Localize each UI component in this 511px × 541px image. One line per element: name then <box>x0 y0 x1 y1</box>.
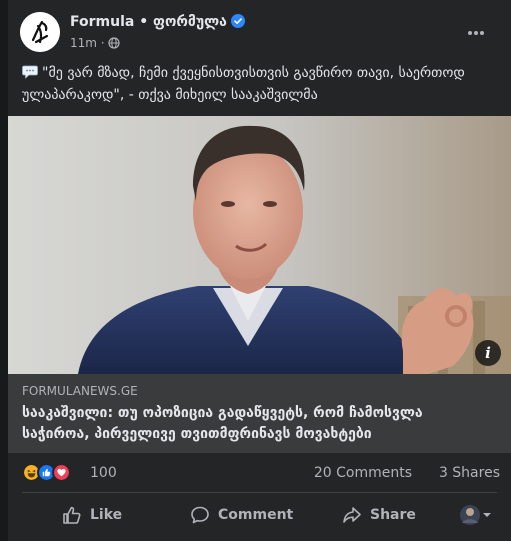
link-preview-image[interactable]: i <box>8 116 511 374</box>
like-button[interactable]: Like <box>62 496 122 534</box>
shares-count-link[interactable]: 3 Shares <box>439 465 500 481</box>
post-timestamp[interactable]: 11m · <box>70 36 105 50</box>
like-label: Like <box>90 507 123 523</box>
reaction-count[interactable]: 100 <box>90 465 117 481</box>
page-name-link[interactable]: Formula • ფორმულა <box>70 14 245 30</box>
share-button[interactable]: Share <box>342 496 416 534</box>
reaction-icons[interactable] <box>22 463 82 483</box>
page-avatar[interactable] <box>20 12 60 52</box>
share-arrow-icon <box>343 507 361 523</box>
link-domain: FORMULANEWS.GE <box>22 384 138 398</box>
verified-badge-icon <box>230 14 245 28</box>
more-options-icon[interactable] <box>465 22 487 44</box>
post-card: Formula • ფორმულა 11m · "მე ვარ მზად, ჩე… <box>8 0 511 541</box>
post-header: Formula • ფორმულა 11m · <box>20 12 501 58</box>
thumbs-up-icon <box>63 506 81 524</box>
reaction-audience-selector[interactable] <box>459 504 493 526</box>
link-preview[interactable]: FORMULANEWS.GE სააკაშვილი: თუ ოპოზიცია გ… <box>8 374 511 453</box>
post-text: "მე ვარ მზად, ჩემი ქვეყნისთვისთვის გავწი… <box>22 65 465 103</box>
comment-bubble-icon <box>191 506 209 524</box>
love-reaction-icon <box>52 463 71 482</box>
share-label: Share <box>370 507 416 523</box>
link-headline[interactable]: სააკაშვილი: თუ ოპოზიცია გადაწყვეტს, რომ … <box>22 403 492 445</box>
actions-divider <box>22 492 497 493</box>
formula-logo-icon <box>20 12 60 52</box>
viewer-avatar-icon <box>460 505 491 525</box>
comment-label: Comment <box>218 507 294 523</box>
post-actions: Like Comment Share <box>22 496 497 534</box>
info-button[interactable]: i <box>475 340 501 366</box>
engagement-stats: 100 20 Comments 3 Shares <box>22 461 502 485</box>
post-meta: 11m · <box>70 36 120 50</box>
portrait-photo <box>8 116 511 374</box>
globe-icon <box>107 37 120 49</box>
page-name-text[interactable]: Formula • ფორმულა <box>70 14 227 30</box>
comment-button[interactable]: Comment <box>190 496 293 534</box>
comments-count-link[interactable]: 20 Comments <box>314 465 412 481</box>
speech-bubble-icon <box>22 65 38 79</box>
post-body: "მე ვარ მზად, ჩემი ქვეყნისთვისთვის გავწი… <box>22 62 500 106</box>
